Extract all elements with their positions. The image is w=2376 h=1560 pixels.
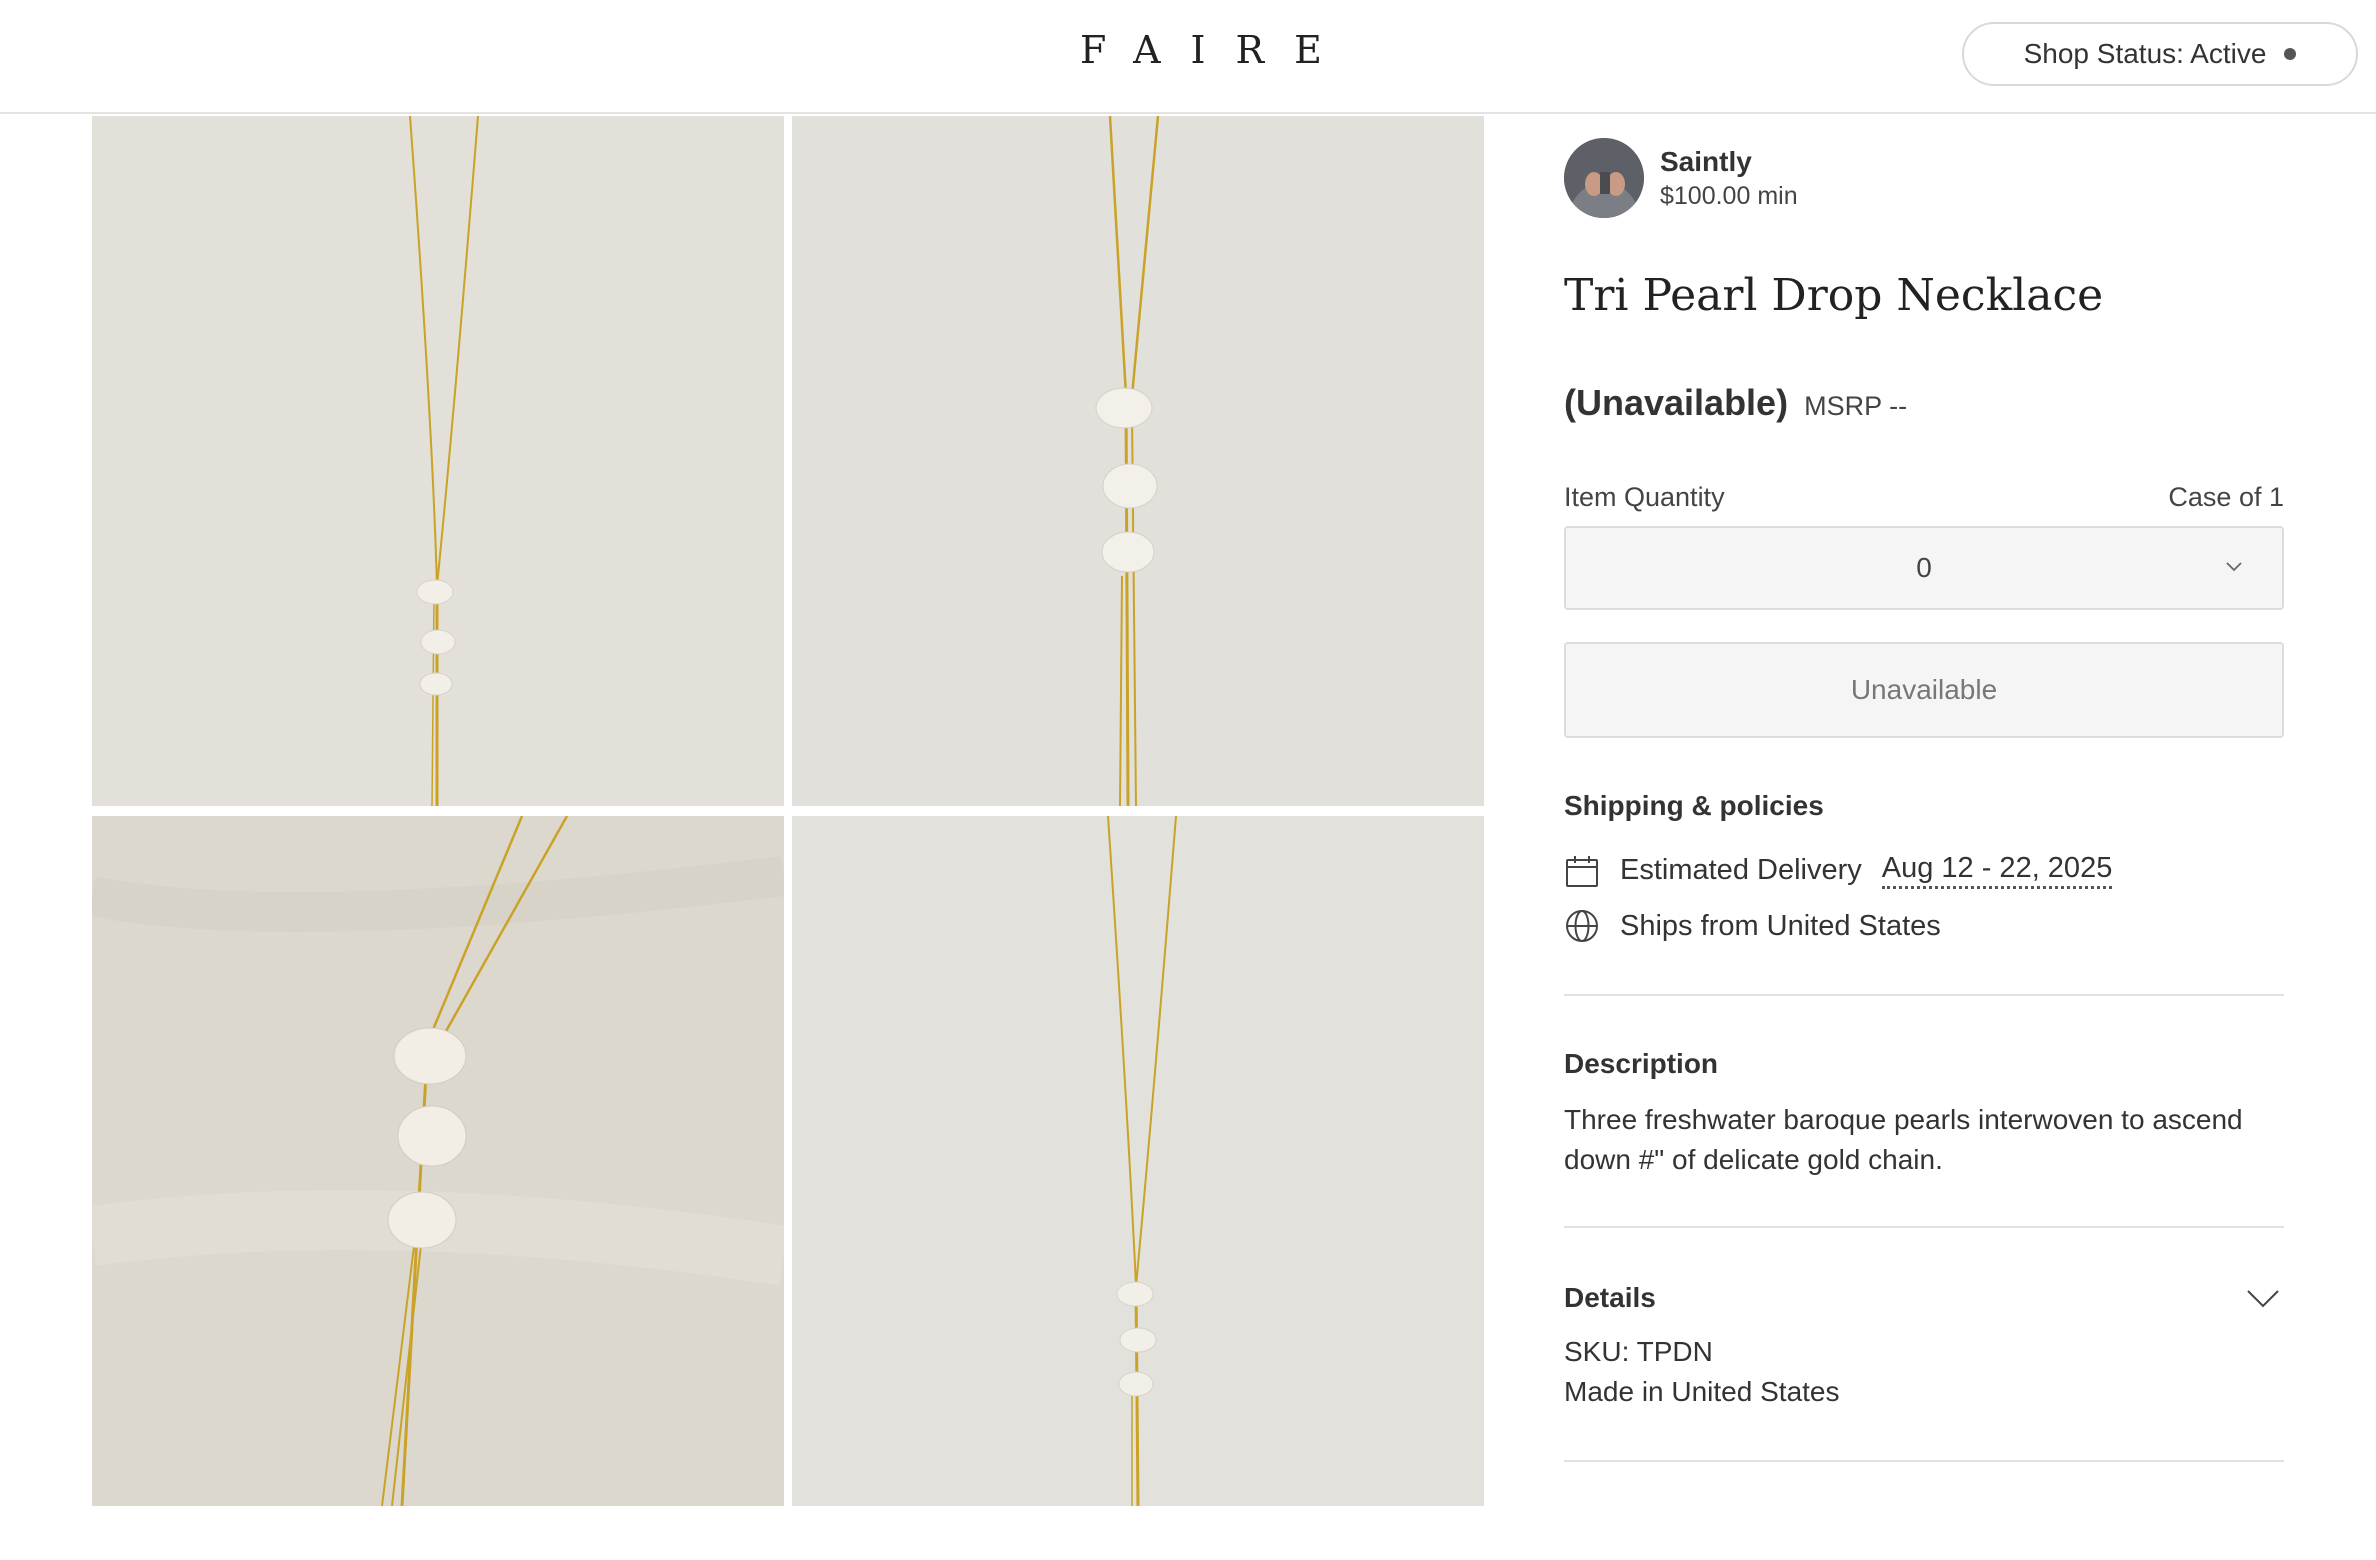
wholesale-price: (Unavailable) xyxy=(1564,382,1789,423)
shop-name[interactable]: Saintly xyxy=(1660,146,1798,178)
quantity-label: Item Quantity xyxy=(1564,482,1725,512)
product-image-2[interactable] xyxy=(792,116,1484,806)
ships-from-text: Ships from United States xyxy=(1620,909,1941,942)
description-text: Three freshwater baroque pearls interwov… xyxy=(1564,1104,2243,1175)
quantity-select[interactable]: 0 xyxy=(1564,526,2284,610)
msrp: MSRP -- xyxy=(1804,391,1908,421)
shop-minimum: $100.00 min xyxy=(1660,181,1798,210)
divider xyxy=(1564,1226,2284,1228)
globe-icon xyxy=(1566,910,1598,942)
estimated-delivery: Estimated Delivery Aug 12 - 22, 2025 xyxy=(1564,852,2113,889)
divider xyxy=(1564,994,2284,996)
product-title: Tri Pearl Drop Necklace xyxy=(1564,270,2104,321)
details-title[interactable]: Details xyxy=(1564,1282,1656,1314)
description-title: Description xyxy=(1564,1048,1719,1079)
shop-status-button[interactable]: Shop Status: Active xyxy=(1962,22,2358,86)
ships-from: Ships from United States xyxy=(1564,908,1941,944)
faire-logo[interactable]: FAIRE xyxy=(1050,28,1326,72)
top-header: FAIRE Shop Status: Active xyxy=(0,0,2376,114)
delivery-label: Estimated Delivery xyxy=(1620,854,1862,886)
status-dot-icon xyxy=(2284,48,2297,60)
chevron-down-icon xyxy=(2226,562,2242,572)
calendar-icon xyxy=(1566,855,1598,887)
delivery-dates[interactable]: Aug 12 - 22, 2025 xyxy=(1881,852,2113,889)
product-image-4[interactable] xyxy=(792,816,1484,1506)
shop-avatar[interactable] xyxy=(1564,138,1644,218)
shop-info[interactable]: Saintly $100.00 min xyxy=(1564,138,1798,218)
price-row: (Unavailable) MSRP -- xyxy=(1564,382,1907,424)
product-image-3[interactable] xyxy=(92,816,784,1506)
divider xyxy=(1564,1460,2284,1462)
made-in: Made in United States xyxy=(1564,1376,1840,1407)
shop-status-label: Shop Status: Active xyxy=(2023,38,2267,69)
product-image-gallery xyxy=(92,116,1484,1508)
quantity-value: 0 xyxy=(1916,552,1932,583)
quantity-header: Item Quantity Case of 1 xyxy=(1564,482,2284,513)
product-image-1[interactable] xyxy=(92,116,784,806)
case-size: Case of 1 xyxy=(2168,482,2284,512)
chevron-down-icon[interactable] xyxy=(2246,1288,2280,1310)
sku: SKU: TPDN xyxy=(1564,1336,1713,1367)
add-to-bag-button[interactable]: Unavailable xyxy=(1564,642,2284,738)
shipping-title: Shipping & policies xyxy=(1564,790,1824,821)
